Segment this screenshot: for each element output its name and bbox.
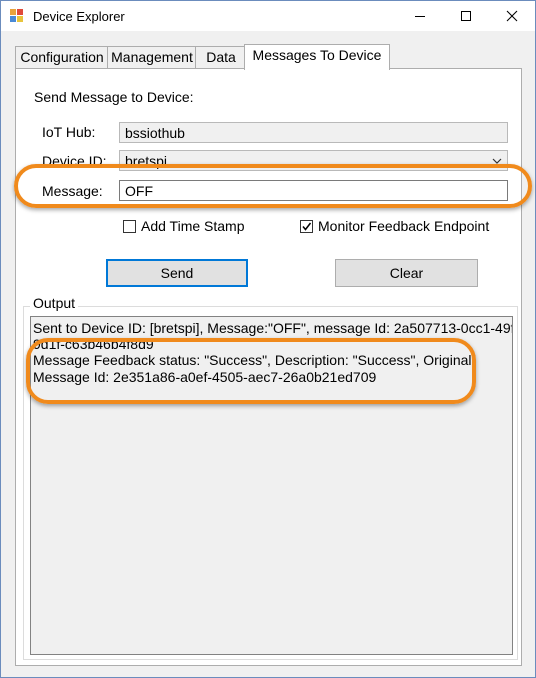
monitor-feedback-label[interactable]: Monitor Feedback Endpoint bbox=[318, 218, 489, 234]
device-explorer-window: Device Explorer Configuration Management… bbox=[0, 0, 536, 678]
tab-data[interactable]: Data bbox=[195, 46, 247, 68]
tab-configuration[interactable]: Configuration bbox=[15, 46, 109, 68]
clear-button[interactable]: Clear bbox=[335, 259, 478, 287]
tab-management[interactable]: Management bbox=[107, 46, 197, 68]
add-time-stamp-checkbox[interactable] bbox=[123, 220, 136, 233]
minimize-icon bbox=[415, 16, 425, 17]
send-button[interactable]: Send bbox=[106, 259, 248, 287]
iot-hub-field[interactable]: bssiothub bbox=[119, 122, 508, 143]
tab-messages-to-device[interactable]: Messages To Device bbox=[244, 44, 390, 70]
feedback-highlight bbox=[26, 338, 476, 404]
checkmark-icon bbox=[302, 222, 312, 231]
monitor-feedback-checkbox[interactable] bbox=[300, 220, 313, 233]
minimize-button[interactable] bbox=[397, 1, 443, 31]
close-button[interactable] bbox=[489, 1, 535, 31]
window-title: Device Explorer bbox=[33, 9, 125, 24]
title-bar[interactable]: Device Explorer bbox=[1, 1, 535, 31]
app-icon bbox=[10, 9, 24, 23]
send-message-heading: Send Message to Device: bbox=[34, 89, 194, 105]
output-line: Sent to Device ID: [bretspi], Message:"O… bbox=[33, 320, 513, 336]
add-time-stamp-label[interactable]: Add Time Stamp bbox=[141, 218, 245, 234]
maximize-icon bbox=[461, 11, 471, 21]
output-title: Output bbox=[30, 295, 79, 311]
message-highlight bbox=[14, 164, 532, 208]
maximize-button[interactable] bbox=[443, 1, 489, 31]
iot-hub-label: IoT Hub: bbox=[42, 124, 96, 140]
close-icon bbox=[506, 10, 518, 22]
